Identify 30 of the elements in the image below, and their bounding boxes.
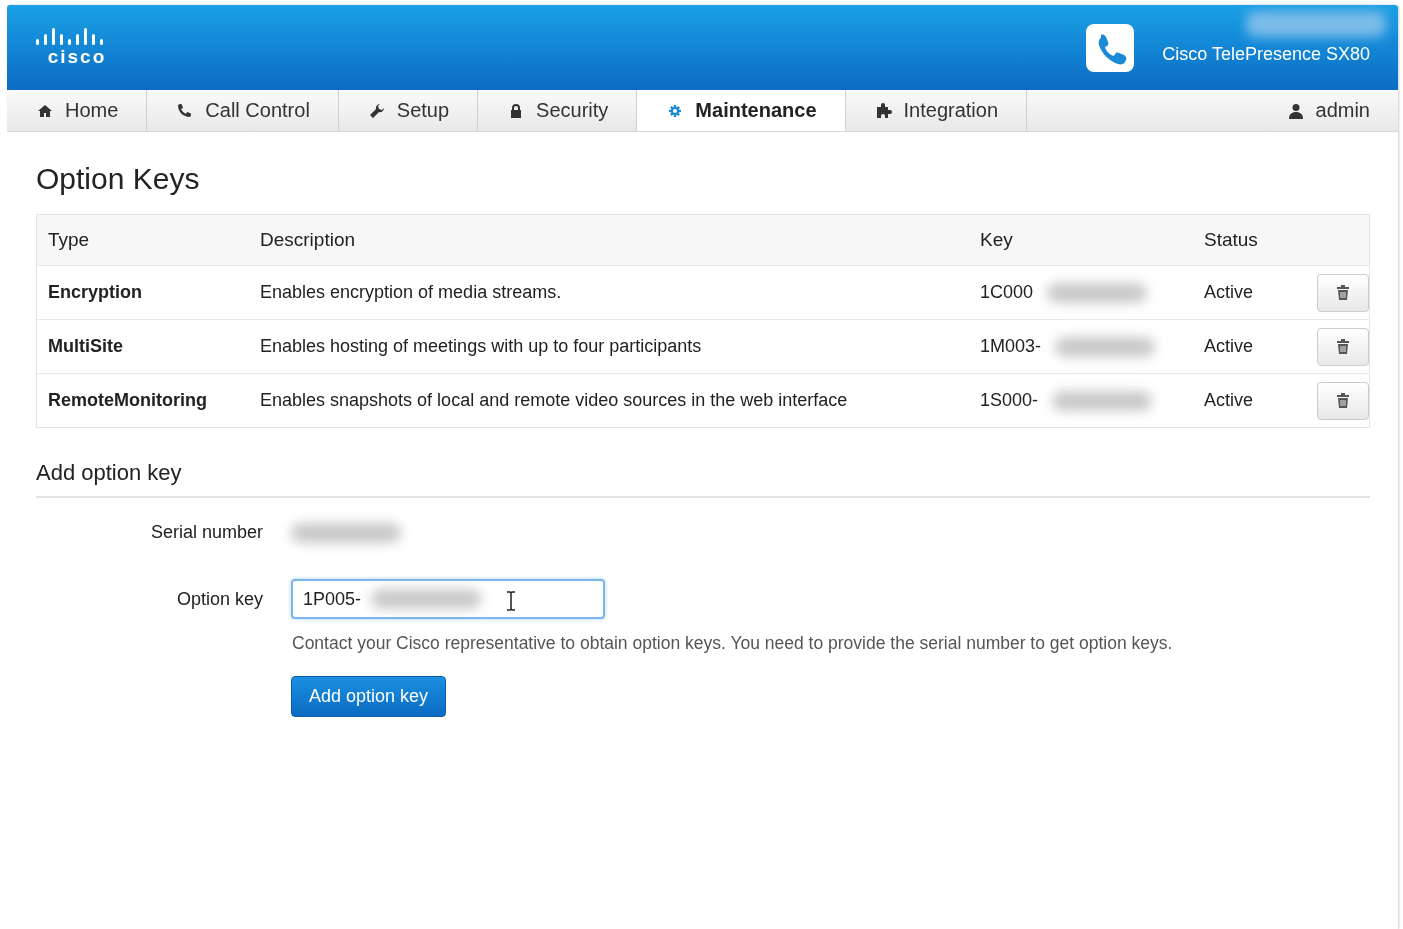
field-label: Serial number <box>149 522 263 543</box>
table-cell-text: Active <box>1203 282 1255 303</box>
page-title: Option Keys <box>36 162 201 196</box>
product-name: Cisco TelePresence SX80 <box>1162 44 1370 65</box>
table-cell-text: RemoteMonitoring <box>47 390 208 411</box>
add-option-key-button[interactable]: Add option key <box>291 676 447 717</box>
field-label: Option key <box>175 588 263 610</box>
table-cell-text: Active <box>1203 390 1255 411</box>
table-cell-text: MultiSite <box>47 336 124 357</box>
logo-text: cisco <box>47 46 107 67</box>
table-cell-text: Encryption <box>47 282 143 303</box>
help-text: Contact your Cisco representative to obtain option keys. You need to provide the serial number to get option keys. <box>292 633 1174 654</box>
nav-tab[interactable]: Call Control <box>147 90 339 131</box>
nav-tab[interactable]: Setup <box>338 90 479 131</box>
column-header: Type <box>47 229 91 251</box>
table-cell: 1C000 <box>980 282 1034 303</box>
nav-tab[interactable]: Home <box>7 90 148 131</box>
table-cell-text: Enables snapshots of local and remote video sources in the web interface <box>259 390 849 411</box>
table-cell-text: Enables encryption of media streams. <box>259 282 563 303</box>
table-cell: 1S000- <box>980 390 1039 411</box>
nav-tab[interactable]: Integration <box>845 90 1028 131</box>
nav-tab[interactable]: Maintenance <box>637 90 846 131</box>
column-header: Description <box>259 229 357 251</box>
section-title: Add option key <box>36 460 1370 498</box>
user-menu[interactable]: admin <box>1287 90 1398 131</box>
table-cell: 1M003- <box>980 336 1042 357</box>
table-cell-text: Enables hosting of meetings with up to four participants <box>259 336 703 357</box>
table-cell-text: Active <box>1203 336 1255 357</box>
column-header: Status <box>1203 229 1259 251</box>
column-header: Key <box>979 229 1014 251</box>
